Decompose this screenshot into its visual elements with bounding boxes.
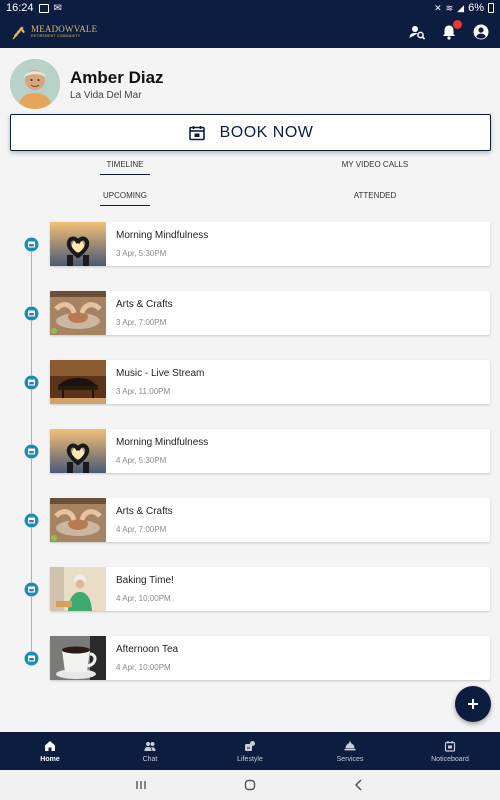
timeline-calendar-icon (24, 306, 39, 321)
battery-icon (488, 3, 494, 13)
event-time: 3 Apr, 7:00PM (116, 318, 167, 327)
recent-apps-icon[interactable] (134, 778, 148, 792)
event-title: Morning Mindfulness (116, 437, 209, 448)
event-card[interactable]: Afternoon Tea 4 Apr, 10:00PM (50, 636, 490, 680)
status-time: 16:24 (6, 2, 34, 14)
cloche-icon (344, 740, 356, 750)
event-time: 4 Apr, 5:30PM (116, 456, 167, 465)
people-icon (144, 741, 156, 751)
event-thumbnail (50, 291, 106, 335)
tab-attended[interactable]: ATTENDED (250, 186, 500, 206)
event-card[interactable]: Arts & Crafts 4 Apr, 7:00PM (50, 498, 490, 542)
logo-name: MEADOWVALE (31, 24, 98, 35)
gallery-notification-icon (38, 3, 49, 13)
tab-timeline[interactable]: TIMELINE (0, 155, 250, 175)
event-thumbnail (50, 360, 106, 404)
nav-label: Home (40, 755, 60, 763)
timeline-calendar-icon (24, 375, 39, 390)
event-title: Morning Mindfulness (116, 230, 209, 241)
event-thumbnail (50, 222, 106, 266)
event-title: Baking Time! (116, 575, 174, 586)
event-thumbnail (50, 567, 106, 611)
nav-lifestyle[interactable]: Lifestyle (200, 732, 300, 770)
mute-icon: ✕ (434, 2, 442, 13)
timeline-calendar-icon (24, 513, 39, 528)
sub-tabs: UPCOMING ATTENDED (0, 186, 500, 206)
nav-noticeboard[interactable]: Noticeboard (400, 732, 500, 770)
system-navigation-bar (0, 770, 500, 800)
book-now-label: BOOK NOW (219, 123, 314, 141)
nav-label: Services (336, 755, 364, 763)
search-residents-icon[interactable] (408, 23, 426, 41)
noticeboard-icon (444, 740, 456, 752)
profile-name: Amber Diaz (70, 67, 164, 87)
nav-home[interactable]: Home (0, 732, 100, 770)
account-icon[interactable] (472, 23, 490, 41)
notifications-bell-icon[interactable] (440, 20, 462, 41)
event-card[interactable]: Music - Live Stream 3 Apr, 11:00PM (50, 360, 490, 404)
nav-label: Chat (142, 755, 158, 763)
event-thumbnail (50, 429, 106, 473)
notification-badge (453, 20, 462, 29)
profile-location: La Vida Del Mar (70, 89, 142, 101)
profile-header: Amber Diaz La Vida Del Mar (10, 59, 164, 109)
event-title: Music - Live Stream (116, 368, 205, 379)
add-button[interactable] (455, 686, 491, 722)
tab-upcoming[interactable]: UPCOMING (0, 186, 250, 206)
timeline-calendar-icon (24, 582, 39, 597)
battery-percent: 6% (468, 2, 484, 14)
event-time: 4 Apr, 7:00PM (116, 525, 167, 534)
signal-icon: ◢ (457, 2, 465, 13)
nav-label: Noticeboard (431, 755, 469, 763)
event-thumbnail (50, 636, 106, 680)
book-now-button[interactable]: BOOK NOW (10, 114, 491, 151)
main-tabs: TIMELINE MY VIDEO CALLS (0, 155, 500, 175)
event-card[interactable]: Baking Time! 4 Apr, 10:00PM (50, 567, 490, 611)
nav-services[interactable]: Services (300, 732, 400, 770)
status-bar: 16:24 ✉ ✕ ≋ ◢ 6% (0, 0, 500, 16)
timeline-calendar-icon (24, 237, 39, 252)
app-logo: MEADOWVALE RETIREMENT COMMUNITY (10, 23, 97, 41)
event-thumbnail (50, 498, 106, 542)
event-time: 4 Apr, 10:00PM (116, 594, 171, 603)
calendar-event-icon (188, 125, 205, 140)
home-icon (45, 740, 55, 751)
app-bar: MEADOWVALE RETIREMENT COMMUNITY (0, 16, 500, 48)
event-card[interactable]: Arts & Crafts 3 Apr, 7:00PM (50, 291, 490, 335)
event-time: 3 Apr, 11:00PM (116, 387, 171, 396)
timeline-calendar-icon (24, 444, 39, 459)
event-title: Afternoon Tea (116, 644, 179, 655)
event-title: Arts & Crafts (116, 299, 173, 310)
event-title: Arts & Crafts (116, 506, 173, 517)
back-icon[interactable] (352, 778, 366, 792)
event-card[interactable]: Morning Mindfulness 3 Apr, 5:30PM (50, 222, 490, 266)
gmail-notification-icon: ✉ (53, 2, 62, 14)
bottom-navigation: Home Chat Lifestyle Services Noticeboard (0, 732, 500, 770)
home-button-icon[interactable] (243, 778, 257, 792)
event-card[interactable]: Morning Mindfulness 4 Apr, 5:30PM (50, 429, 490, 473)
nav-label: Lifestyle (237, 755, 263, 763)
wheat-logo-icon (12, 26, 25, 40)
event-time: 4 Apr, 10:00PM (116, 663, 171, 672)
wifi-icon: ≋ (445, 2, 454, 13)
timeline-calendar-icon (24, 651, 39, 666)
tab-my-video-calls[interactable]: MY VIDEO CALLS (250, 155, 500, 175)
lifestyle-icon (245, 740, 255, 751)
plus-icon (468, 699, 478, 709)
logo-tagline: RETIREMENT COMMUNITY (31, 34, 81, 39)
avatar[interactable] (10, 59, 60, 109)
nav-chat[interactable]: Chat (100, 732, 200, 770)
event-time: 3 Apr, 5:30PM (116, 249, 167, 258)
